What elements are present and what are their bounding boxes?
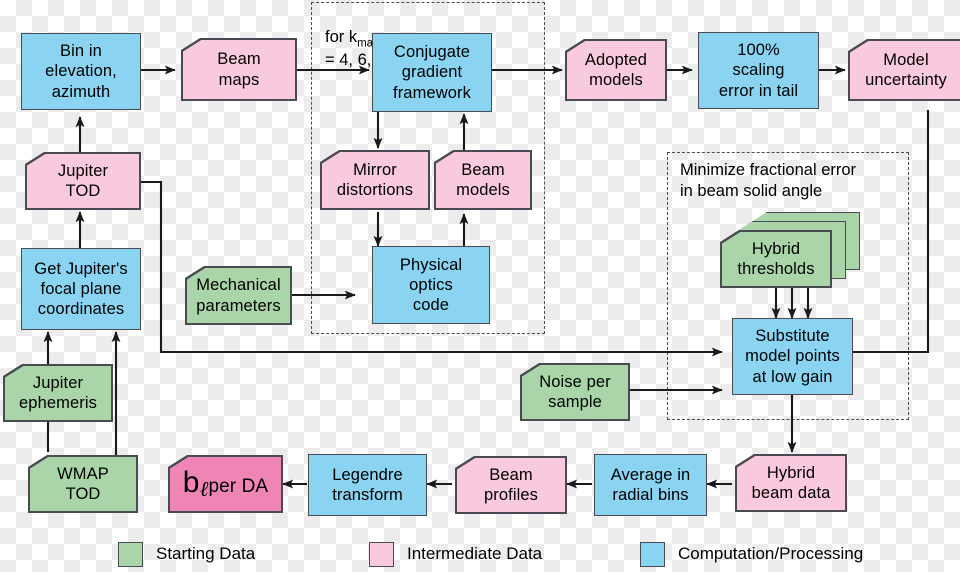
legend: Starting Data Intermediate Data Computat… xyxy=(0,536,960,572)
node-beam-models[interactable]: Beam models xyxy=(434,150,532,210)
node-label: Mirror distortions xyxy=(336,160,414,199)
node-get-jupiter-focal-plane-coordinates[interactable]: Get Jupiter's focal plane coordinates xyxy=(21,248,141,330)
node-wmap-tod[interactable]: WMAP TOD xyxy=(28,455,138,513)
node-bl-per-da[interactable]: bℓper DA xyxy=(168,455,283,513)
legend-item-starting-data: Starting Data xyxy=(118,541,256,567)
bl-rest: per DA xyxy=(208,476,269,497)
node-beam-profiles[interactable]: Beam profiles xyxy=(455,456,567,514)
node-label: Substitute model points at low gain xyxy=(745,327,840,386)
node-hybrid-thresholds[interactable]: Hybrid thresholds xyxy=(720,230,832,288)
node-jupiter-ephemeris[interactable]: Jupiter ephemeris xyxy=(3,364,113,422)
node-label: 100% scaling error in tail xyxy=(718,41,799,100)
node-bin-in-elevation-azimuth[interactable]: Bin in elevation, azimuth xyxy=(21,33,141,110)
legend-item-computation-processing: Computation/Processing xyxy=(640,541,864,567)
node-label: Beam maps xyxy=(217,50,261,89)
node-label: Conjugate gradient framework xyxy=(393,43,471,102)
legend-label: Intermediate Data xyxy=(407,544,543,563)
flowchart-canvas: for kmax = 4, 6, 8, … 24 Minimize fracti… xyxy=(0,0,960,572)
node-conjugate-gradient-framework[interactable]: Conjugate gradient framework xyxy=(372,33,492,112)
node-adopted-models[interactable]: Adopted models xyxy=(565,39,667,101)
node-substitute-model-points-at-low-gain[interactable]: Substitute model points at low gain xyxy=(732,318,853,395)
node-label: Mechanical parameters xyxy=(196,276,281,315)
node-hybrid-beam-data[interactable]: Hybrid beam data xyxy=(735,454,847,512)
node-legendre-transform[interactable]: Legendre transform xyxy=(308,454,427,516)
node-label: WMAP TOD xyxy=(57,464,109,503)
node-average-in-radial-bins[interactable]: Average in radial bins xyxy=(594,454,707,516)
node-label: Bin in elevation, azimuth xyxy=(45,42,117,101)
node-jupiter-tod[interactable]: Jupiter TOD xyxy=(25,152,141,210)
legend-label: Starting Data xyxy=(156,544,256,563)
node-label: Beam profiles xyxy=(484,465,538,504)
node-beam-maps[interactable]: Beam maps xyxy=(181,38,297,101)
legend-swatch-processing xyxy=(640,541,665,567)
node-mechanical-parameters[interactable]: Mechanical parameters xyxy=(185,266,292,325)
node-mirror-distortions[interactable]: Mirror distortions xyxy=(320,150,430,210)
node-label: Legendre transform xyxy=(332,465,403,504)
node-hybrid-thresholds-stack[interactable]: Hybrid thresholds xyxy=(720,212,860,288)
node-label: Physical optics code xyxy=(399,255,463,315)
node-noise-per-sample[interactable]: Noise per sample xyxy=(520,363,630,421)
node-model-uncertainty[interactable]: Model uncertainty xyxy=(848,39,960,101)
legend-label: Computation/Processing xyxy=(678,544,864,563)
node-label: Get Jupiter's focal plane coordinates xyxy=(34,259,128,319)
loop-label-prefix: for k xyxy=(325,27,358,46)
node-label: Adopted models xyxy=(584,50,648,89)
legend-swatch-starting xyxy=(118,541,143,567)
node-label: Jupiter ephemeris xyxy=(19,373,97,412)
node-scaling-error-in-tail[interactable]: 100% scaling error in tail xyxy=(698,32,819,109)
legend-swatch-intermediate xyxy=(369,541,394,567)
node-label: Model uncertainty xyxy=(865,50,947,89)
node-label: Average in radial bins xyxy=(610,465,691,504)
node-label: Noise per sample xyxy=(539,372,611,411)
node-physical-optics-code[interactable]: Physical optics code xyxy=(372,246,490,324)
node-label: Beam models xyxy=(456,160,510,199)
minimize-label: Minimize fractional error in beam solid … xyxy=(680,161,857,200)
node-label: Jupiter TOD xyxy=(57,161,109,200)
bl-b: b xyxy=(182,466,200,499)
node-label: Hybrid thresholds xyxy=(737,239,815,278)
node-label: bℓper DA xyxy=(179,468,272,500)
node-label: Hybrid beam data xyxy=(751,463,831,502)
legend-item-intermediate-data: Intermediate Data xyxy=(369,541,543,567)
